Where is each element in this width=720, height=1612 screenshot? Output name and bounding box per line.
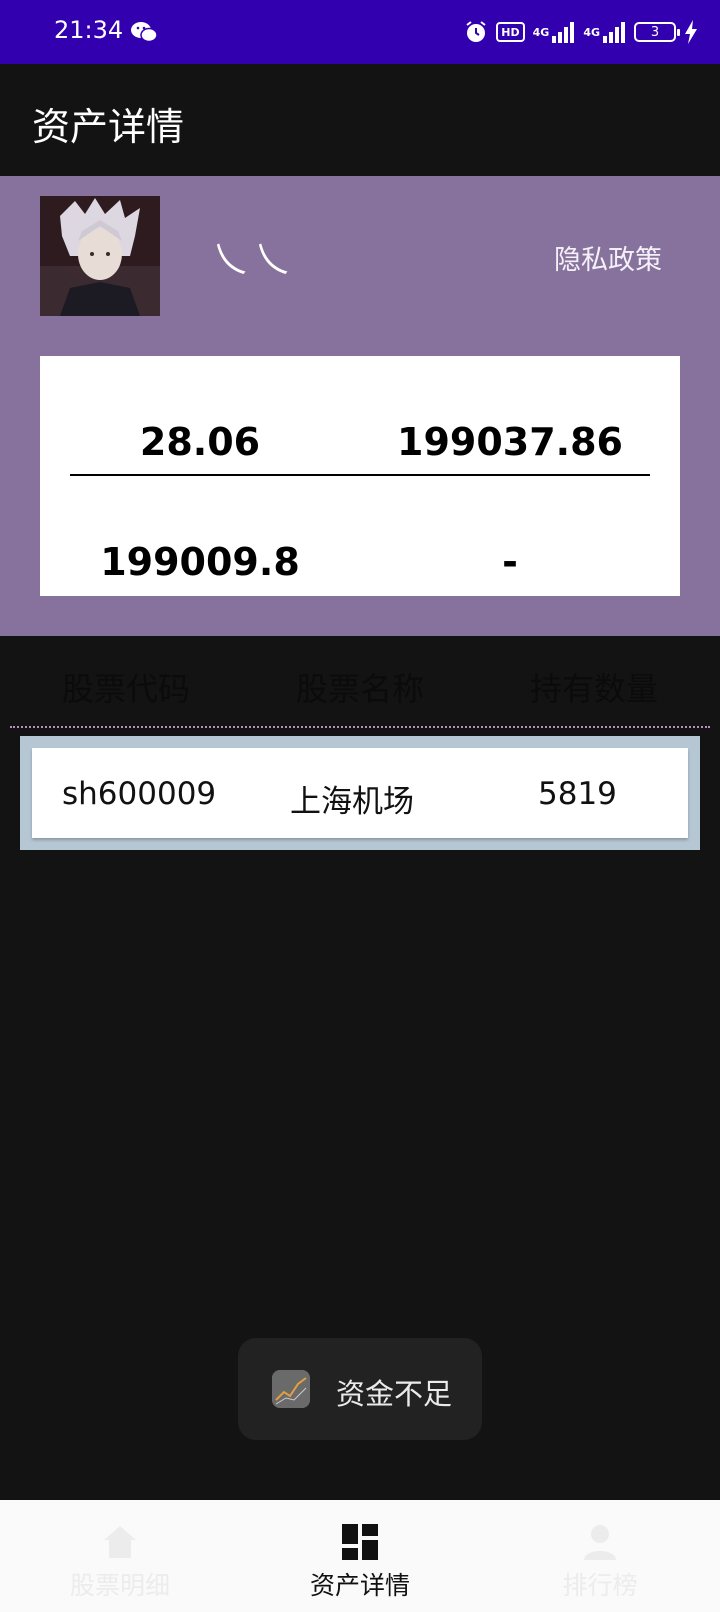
app-icon	[272, 1370, 310, 1408]
cell-name: 上海机场	[290, 784, 414, 820]
summary-value-3: 199009.8	[100, 540, 300, 584]
status-time: 21:34	[54, 16, 124, 44]
summary-value-4: -	[502, 540, 518, 584]
nav-item-stock-details[interactable]: 股票明细	[0, 1500, 240, 1612]
table-row[interactable]: sh600009 上海机场 5819	[20, 736, 700, 850]
network-label-1: 4G	[532, 25, 550, 39]
network-label-2: 4G	[583, 25, 600, 39]
signal-icon-1: 4G	[533, 19, 576, 45]
avatar[interactable]	[40, 196, 160, 316]
column-header-code: 股票代码	[61, 670, 190, 708]
wechat-icon	[130, 20, 158, 44]
app-bar: 资产详情	[0, 64, 720, 176]
toast-message: 资金不足	[336, 1377, 453, 1411]
battery-level: 3	[650, 24, 660, 40]
holdings-table-header: 股票代码 股票名称 持有数量	[0, 636, 720, 726]
toast: 资金不足	[238, 1338, 482, 1440]
privacy-policy-link[interactable]: 隐私政策	[554, 238, 662, 277]
nav-label-stock-details: 股票明细	[69, 1571, 170, 1600]
cell-quantity: 5819	[538, 776, 617, 812]
table-row-content: sh600009 上海机场 5819	[32, 748, 688, 838]
summary-value-1: 28.06	[139, 420, 261, 464]
charging-icon	[684, 19, 698, 45]
status-bar: 21:34 HD 4G 4G 3	[0, 0, 720, 64]
column-header-name: 股票名称	[295, 670, 424, 708]
cell-code: sh600009	[62, 776, 217, 812]
signal-icon-2: 4G	[583, 19, 626, 45]
header-divider	[10, 726, 710, 730]
nav-item-asset-details[interactable]: 资产详情	[240, 1500, 480, 1612]
alarm-icon	[464, 19, 488, 45]
hd-icon: HD	[496, 22, 525, 42]
username: 乀乀	[212, 239, 297, 280]
nav-label-asset-details: 资产详情	[309, 1571, 410, 1600]
hd-label: HD	[501, 25, 520, 39]
nav-item-ranking[interactable]: 排行榜	[480, 1500, 720, 1612]
dashboard-icon	[340, 1522, 380, 1562]
summary-divider	[70, 474, 650, 476]
person-icon	[580, 1522, 620, 1562]
battery-icon: 3	[634, 22, 680, 42]
asset-summary-card: 28.06 199037.86 199009.8 -	[40, 356, 680, 596]
bottom-nav: 股票明细 资产详情 排行榜	[0, 1500, 720, 1612]
nav-label-ranking: 排行榜	[562, 1571, 638, 1600]
summary-value-2: 199037.86	[397, 420, 623, 464]
status-icons: HD 4G 4G 3	[464, 16, 698, 48]
home-icon	[100, 1522, 140, 1562]
column-header-quantity: 持有数量	[529, 670, 658, 708]
profile-section: 乀乀 隐私政策 28.06 199037.86 199009.8 -	[0, 176, 720, 636]
page-title: 资产详情	[32, 105, 185, 149]
